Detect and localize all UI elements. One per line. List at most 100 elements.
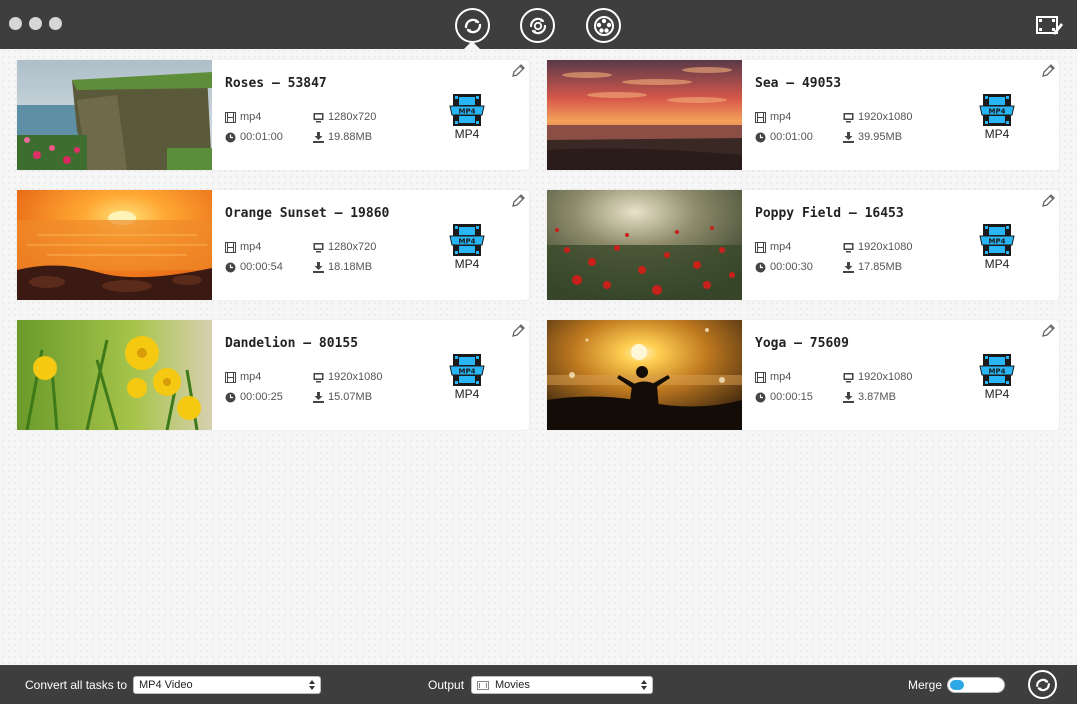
task-title: Orange Sunset – 19860 — [225, 206, 390, 221]
clock-icon — [225, 262, 236, 272]
mp4-format-icon: MP4 — [979, 94, 1015, 126]
download-icon — [843, 261, 854, 273]
resolution-text: 1280x720 — [328, 241, 377, 253]
svg-text:MP4: MP4 — [989, 238, 1006, 246]
output-format-button[interactable]: MP4 MP4 — [448, 354, 486, 402]
video-thumbnail — [17, 190, 212, 300]
file-size-text: 39.95MB — [858, 131, 903, 143]
file-size: 39.95MB — [843, 131, 902, 143]
duration-text: 00:00:15 — [770, 391, 813, 403]
download-icon — [313, 131, 324, 143]
pencil-icon[interactable] — [510, 193, 526, 209]
convert-icon — [464, 18, 481, 33]
convert-all-format-select[interactable]: MP4 Video — [133, 676, 321, 694]
output-label: Output — [428, 678, 465, 692]
close-window-button[interactable] — [9, 17, 22, 30]
video-thumbnail — [17, 320, 212, 430]
output-format-button[interactable]: MP4 MP4 — [978, 94, 1016, 142]
pencil-icon[interactable] — [1040, 323, 1056, 339]
output-format-button[interactable]: MP4 MP4 — [978, 354, 1016, 402]
convert-tool-button[interactable] — [455, 8, 490, 43]
zoom-window-button[interactable] — [49, 17, 62, 30]
task-card[interactable]: Orange Sunset – 19860 mp4 1280x720 00:00… — [17, 190, 529, 300]
task-card[interactable]: Poppy Field – 16453 mp4 1920x1080 00:00:… — [547, 190, 1059, 300]
pencil-icon[interactable] — [1040, 193, 1056, 209]
mp4-format-icon: MP4 — [449, 354, 485, 386]
source-format-text: mp4 — [770, 371, 792, 383]
output-format-button[interactable]: MP4 MP4 — [978, 224, 1016, 272]
task-title: Roses – 53847 — [225, 76, 327, 91]
resolution-text: 1280x720 — [328, 111, 377, 123]
monitor-icon — [313, 242, 324, 252]
task-title: Poppy Field – 16453 — [755, 206, 904, 221]
source-format-text: mp4 — [240, 111, 262, 123]
source-format-text: mp4 — [770, 111, 792, 123]
file-size: 3.87MB — [843, 391, 896, 403]
film-reel-tool-button[interactable] — [586, 8, 621, 43]
convert-all-format-value: MP4 Video — [139, 679, 193, 691]
pencil-icon[interactable] — [1040, 63, 1056, 79]
clock-icon — [755, 392, 766, 402]
svg-text:MP4: MP4 — [989, 368, 1006, 376]
convert-all-button[interactable] — [1028, 670, 1057, 699]
duration: 00:01:00 — [225, 131, 283, 143]
clock-icon — [755, 132, 766, 142]
active-tool-indicator — [464, 41, 480, 49]
task-card[interactable]: Roses – 53847 mp4 1280x720 00:01:00 19.8… — [17, 60, 529, 170]
monitor-icon — [843, 112, 854, 122]
svg-text:MP4: MP4 — [459, 368, 476, 376]
video-thumbnail — [17, 60, 212, 170]
clock-icon — [225, 392, 236, 402]
pencil-icon[interactable] — [510, 323, 526, 339]
duration: 00:00:25 — [225, 391, 283, 403]
duration: 00:00:30 — [755, 261, 813, 273]
file-size-text: 15.07MB — [328, 391, 373, 403]
output-format-label: MP4 — [984, 257, 1010, 271]
resolution-text: 1920x1080 — [858, 111, 913, 123]
video-editor-button[interactable] — [1035, 13, 1065, 37]
dvd-convert-icon — [529, 17, 546, 34]
pencil-icon[interactable] — [510, 63, 526, 79]
clock-icon — [225, 132, 236, 142]
bottom-bar: Convert all tasks to MP4 Video Output Mo… — [0, 665, 1077, 704]
task-card[interactable]: Yoga – 75609 mp4 1920x1080 00:00:15 3.87… — [547, 320, 1059, 430]
mp4-format-icon: MP4 — [449, 224, 485, 256]
task-title: Sea – 49053 — [755, 76, 842, 91]
duration-text: 00:00:54 — [240, 261, 283, 273]
merge-toggle[interactable] — [947, 677, 1005, 693]
film-folder-icon — [477, 680, 489, 690]
task-card[interactable]: Dandelion – 80155 mp4 1920x1080 00:00:25… — [17, 320, 529, 430]
output-format-button[interactable]: MP4 MP4 — [448, 224, 486, 272]
source-format-text: mp4 — [770, 241, 792, 253]
film-strip-icon — [755, 241, 766, 253]
video-thumbnail — [547, 190, 742, 300]
duration-text: 00:00:30 — [770, 261, 813, 273]
source-format: mp4 — [755, 111, 791, 123]
mp4-format-icon: MP4 — [979, 224, 1015, 256]
output-format-label: MP4 — [984, 387, 1010, 401]
file-size: 15.07MB — [313, 391, 372, 403]
film-strip-icon — [755, 111, 766, 123]
monitor-icon — [843, 372, 854, 382]
duration: 00:01:00 — [755, 131, 813, 143]
source-format-text: mp4 — [240, 241, 262, 253]
file-size-text: 18.18MB — [328, 261, 373, 273]
resolution-text: 1920x1080 — [328, 371, 383, 383]
film-strip-icon — [225, 111, 236, 123]
monitor-icon — [843, 242, 854, 252]
task-card[interactable]: Sea – 49053 mp4 1920x1080 00:01:00 39.95… — [547, 60, 1059, 170]
file-size-text: 19.88MB — [328, 131, 373, 143]
video-thumbnail — [547, 60, 742, 170]
minimize-window-button[interactable] — [29, 17, 42, 30]
dvd-convert-tool-button[interactable] — [520, 8, 555, 43]
output-folder-select[interactable]: Movies — [471, 676, 653, 694]
resolution: 1920x1080 — [843, 371, 912, 383]
source-format-text: mp4 — [240, 371, 262, 383]
source-format: mp4 — [755, 241, 791, 253]
select-arrows-icon — [309, 680, 315, 690]
svg-text:MP4: MP4 — [989, 108, 1006, 116]
mp4-format-icon: MP4 — [979, 354, 1015, 386]
video-editor-icon — [1036, 16, 1063, 35]
title-bar — [0, 0, 1077, 49]
output-format-button[interactable]: MP4 MP4 — [448, 94, 486, 142]
